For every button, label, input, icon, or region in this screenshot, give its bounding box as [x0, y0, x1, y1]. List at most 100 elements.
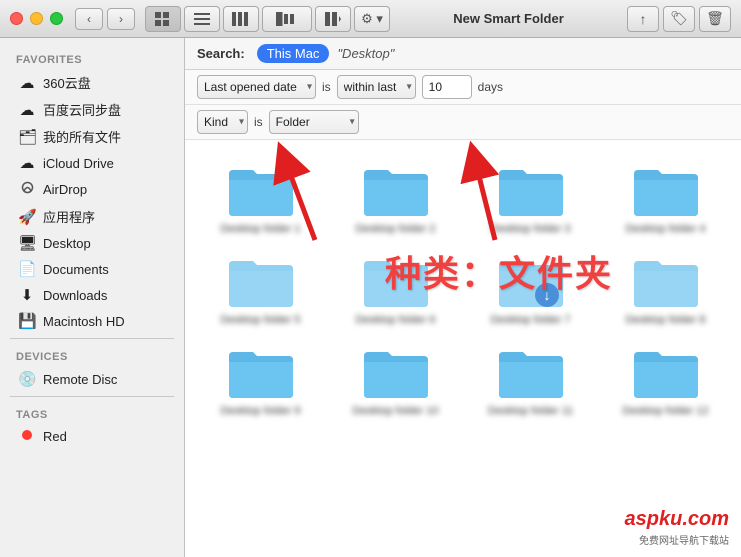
- sidebar-divider-2: [10, 396, 174, 397]
- filter2-value-wrap: Folder: [269, 110, 359, 134]
- file-item[interactable]: Desktop folder 11: [463, 334, 598, 425]
- file-grid: Desktop folder 1 Desktop folder 2: [185, 140, 741, 437]
- file-name: Desktop folder 9: [220, 405, 300, 417]
- search-bar: Search: This Mac "Desktop": [185, 38, 741, 70]
- filter-value-input[interactable]: [422, 75, 472, 99]
- file-name: Desktop folder 7: [490, 314, 570, 326]
- content-area: Search: This Mac "Desktop" Last opened d…: [185, 38, 741, 557]
- filter-row-1: Last opened date is within last days: [185, 70, 741, 105]
- sidebar-item-myfiles[interactable]: 🗂 我的所有文件: [4, 123, 180, 150]
- search-scope-desktop: "Desktop": [337, 46, 394, 61]
- file-item[interactable]: Desktop folder 5: [193, 243, 328, 334]
- file-item[interactable]: Desktop folder 2: [328, 152, 463, 243]
- sidebar-item-label: Red: [43, 429, 67, 444]
- file-item[interactable]: ↓ Desktop folder 7: [463, 243, 598, 334]
- share-button[interactable]: ↑: [627, 6, 659, 32]
- folder-icon: [225, 342, 297, 402]
- filter-condition-wrap: within last: [337, 75, 416, 99]
- tags-header: Tags: [0, 401, 184, 424]
- icloud-icon: ☁: [18, 154, 36, 172]
- view-arrange-button[interactable]: [315, 6, 351, 32]
- file-item[interactable]: Desktop folder 9: [193, 334, 328, 425]
- filter2-value-select[interactable]: Folder: [269, 110, 359, 134]
- file-name: Desktop folder 1: [220, 223, 300, 235]
- sidebar-item-label: Documents: [43, 262, 109, 277]
- red-tag-icon: [18, 428, 36, 445]
- action-button[interactable]: ⚙ ▾: [354, 6, 390, 32]
- sidebar-item-macintosh[interactable]: 💾 Macintosh HD: [4, 308, 180, 334]
- toolbar-right: ↑ 🏷 🗑: [627, 6, 731, 32]
- file-item[interactable]: Desktop folder 10: [328, 334, 463, 425]
- filter2-field-select[interactable]: Kind: [197, 110, 248, 134]
- folder-icon: 🗂: [18, 128, 36, 146]
- watermark-sub: 免费网址导航下载站: [639, 536, 729, 547]
- sidebar-item-label: Macintosh HD: [43, 314, 125, 329]
- tag-button[interactable]: 🏷: [663, 6, 695, 32]
- sidebar-item-360[interactable]: ☁ 360云盘: [4, 69, 180, 96]
- folder-icon: [225, 251, 297, 311]
- sidebar-item-label: 360云盘: [43, 73, 91, 92]
- sidebar-item-icloud[interactable]: ☁ iCloud Drive: [4, 150, 180, 176]
- nav-buttons: ‹ ›: [75, 8, 135, 30]
- sidebar-divider: [10, 338, 174, 339]
- sidebar-item-documents[interactable]: 📄 Documents: [4, 256, 180, 282]
- sidebar-item-label: 我的所有文件: [43, 127, 121, 146]
- filter-field-wrap: Last opened date: [197, 75, 316, 99]
- file-name: Desktop folder 4: [625, 223, 705, 235]
- search-this-mac-button[interactable]: This Mac: [257, 44, 330, 63]
- folder-icon: [360, 251, 432, 311]
- file-item[interactable]: Desktop folder 1: [193, 152, 328, 243]
- window-title: New Smart Folder: [390, 11, 627, 26]
- sidebar-item-baidu[interactable]: ☁ 百度云同步盘: [4, 96, 180, 123]
- folder-icon: [495, 342, 567, 402]
- file-name: Desktop folder 2: [355, 223, 435, 235]
- drive-icon: 💾: [18, 312, 36, 330]
- filter-unit-text: days: [478, 80, 503, 94]
- sidebar-item-airdrop[interactable]: AirDrop: [4, 176, 180, 203]
- main-layout: Favorites ☁ 360云盘 ☁ 百度云同步盘 🗂 我的所有文件 ☁ iC…: [0, 38, 741, 557]
- folder-icon: [225, 160, 297, 220]
- svg-text:↓: ↓: [543, 287, 550, 303]
- view-list-button[interactable]: [184, 6, 220, 32]
- close-button[interactable]: [10, 12, 23, 25]
- toolbar-buttons: ⚙ ▾: [145, 6, 390, 32]
- folder-icon: [495, 160, 567, 220]
- trash-button[interactable]: 🗑: [699, 6, 731, 32]
- grid-container: Desktop folder 1 Desktop folder 2: [185, 140, 741, 557]
- documents-icon: 📄: [18, 260, 36, 278]
- filter-condition-select[interactable]: within last: [337, 75, 416, 99]
- downloads-icon: ⬇: [18, 286, 36, 304]
- disc-icon: 💿: [18, 370, 36, 388]
- folder-icon: [630, 342, 702, 402]
- sidebar: Favorites ☁ 360云盘 ☁ 百度云同步盘 🗂 我的所有文件 ☁ iC…: [0, 38, 185, 557]
- titlebar: ‹ ›: [0, 0, 741, 38]
- file-item[interactable]: Desktop folder 8: [598, 243, 733, 334]
- view-cover-button[interactable]: [262, 6, 312, 32]
- apps-icon: 🚀: [18, 208, 36, 226]
- view-icons-button[interactable]: [145, 6, 181, 32]
- folder-icon: [360, 160, 432, 220]
- filter-operator-text: is: [322, 80, 331, 94]
- file-item[interactable]: Desktop folder 6: [328, 243, 463, 334]
- sidebar-item-apps[interactable]: 🚀 应用程序: [4, 203, 180, 230]
- filter2-field-wrap: Kind: [197, 110, 248, 134]
- file-item[interactable]: Desktop folder 12: [598, 334, 733, 425]
- minimize-button[interactable]: [30, 12, 43, 25]
- sidebar-item-red-tag[interactable]: Red: [4, 424, 180, 449]
- file-item[interactable]: Desktop folder 4: [598, 152, 733, 243]
- folder-icon: [630, 251, 702, 311]
- sidebar-item-desktop[interactable]: 🖥 Desktop: [4, 230, 180, 256]
- file-name: Desktop folder 10: [352, 405, 438, 417]
- sidebar-item-downloads[interactable]: ⬇ Downloads: [4, 282, 180, 308]
- folder-icon-badge: ↓: [495, 251, 567, 311]
- forward-button[interactable]: ›: [107, 8, 135, 30]
- sidebar-item-label: Downloads: [43, 288, 107, 303]
- filter-field-select[interactable]: Last opened date: [197, 75, 316, 99]
- back-button[interactable]: ‹: [75, 8, 103, 30]
- maximize-button[interactable]: [50, 12, 63, 25]
- file-name: Desktop folder 3: [490, 223, 570, 235]
- file-item[interactable]: Desktop folder 3: [463, 152, 598, 243]
- sidebar-item-remotedisc[interactable]: 💿 Remote Disc: [4, 366, 180, 392]
- airdrop-icon: [18, 180, 36, 199]
- view-columns-button[interactable]: [223, 6, 259, 32]
